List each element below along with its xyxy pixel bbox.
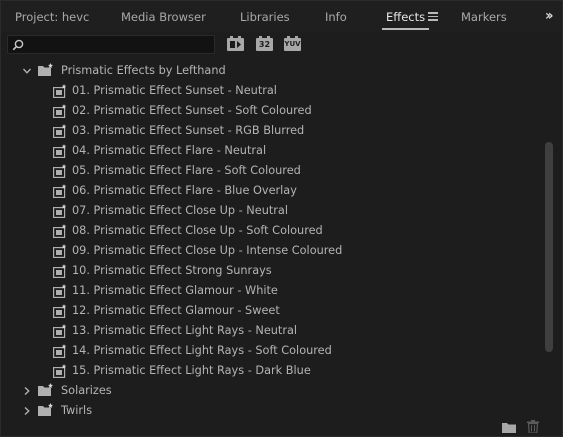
effect-preset-icon	[53, 364, 67, 378]
effect-preset-icon	[53, 244, 67, 258]
effects-tree: Prismatic Effects by Lefthand 01. Prisma…	[8, 58, 544, 420]
effect-label: 14. Prismatic Effect Light Rays - Soft C…	[72, 344, 332, 357]
folder-icon	[38, 383, 53, 396]
panel-footer	[1, 420, 562, 436]
effect-row[interactable]: 09. Prismatic Effect Close Up - Intense …	[8, 241, 544, 261]
effect-label: 11. Prismatic Effect Glamour - White	[72, 284, 278, 297]
panel-tab-bar: Project: hevc Media Browser Libraries In…	[1, 1, 562, 32]
tab-label: Libraries	[240, 10, 290, 24]
tab-effects[interactable]: Effects	[382, 10, 430, 30]
effect-preset-icon	[53, 284, 67, 298]
search-icon	[12, 39, 24, 51]
tab-label: Info	[325, 10, 347, 24]
tab-info[interactable]: Info	[325, 10, 347, 28]
32bit-color-effects-icon[interactable]: 32	[256, 36, 273, 51]
effect-label: 03. Prismatic Effect Sunset - RGB Blurre…	[72, 124, 305, 137]
bin-row-solarizes[interactable]: Solarizes	[8, 381, 544, 401]
search-box[interactable]	[7, 35, 215, 54]
effect-row[interactable]: 07. Prismatic Effect Close Up - Neutral	[8, 201, 544, 221]
effect-preset-icon	[53, 124, 67, 138]
scrollbar-thumb[interactable]	[545, 142, 553, 352]
effect-row[interactable]: 13. Prismatic Effect Light Rays - Neutra…	[8, 321, 544, 341]
effect-label: 10. Prismatic Effect Strong Sunrays	[72, 264, 272, 277]
effect-preset-icon	[53, 84, 67, 98]
effect-row[interactable]: 02. Prismatic Effect Sunset - Soft Colou…	[8, 101, 544, 121]
bin-label: Twirls	[61, 404, 93, 417]
tab-media-browser[interactable]: Media Browser	[121, 10, 206, 28]
effect-row[interactable]: 01. Prismatic Effect Sunset - Neutral	[8, 81, 544, 101]
tab-label: Effects	[386, 10, 426, 24]
tab-label: Media Browser	[121, 10, 206, 24]
folder-icon	[38, 63, 53, 76]
trash-icon[interactable]	[527, 420, 539, 433]
effect-preset-icon	[53, 164, 67, 178]
effect-label: 06. Prismatic Effect Flare - Blue Overla…	[72, 184, 297, 197]
bin-row-prismatic[interactable]: Prismatic Effects by Lefthand	[8, 61, 544, 81]
folder-icon	[38, 403, 53, 416]
tab-label: Project: hevc	[15, 10, 90, 24]
effect-label: 09. Prismatic Effect Close Up - Intense …	[72, 244, 343, 257]
effect-row[interactable]: 04. Prismatic Effect Flare - Neutral	[8, 141, 544, 161]
effect-label: 07. Prismatic Effect Close Up - Neutral	[72, 204, 288, 217]
chevron-right-icon[interactable]	[23, 407, 31, 415]
effect-row[interactable]: 08. Prismatic Effect Close Up - Soft Col…	[8, 221, 544, 241]
double-chevron-right-icon[interactable]: ››	[545, 8, 553, 24]
effect-row[interactable]: 11. Prismatic Effect Glamour - White	[8, 281, 544, 301]
bin-label: Solarizes	[61, 384, 112, 397]
effects-toolbar: 32 YUV	[1, 32, 562, 58]
panel-menu-icon[interactable]	[428, 12, 438, 21]
filter-button-label: YUV	[284, 40, 301, 48]
effect-preset-icon	[53, 304, 67, 318]
effect-label: 04. Prismatic Effect Flare - Neutral	[72, 144, 267, 157]
effect-label: 15. Prismatic Effect Light Rays - Dark B…	[72, 364, 311, 377]
active-tab-underline	[382, 28, 430, 30]
effect-label: 08. Prismatic Effect Close Up - Soft Col…	[72, 224, 323, 237]
tab-label: Markers	[461, 10, 507, 24]
effect-preset-icon	[53, 204, 67, 218]
bin-label: Prismatic Effects by Lefthand	[61, 64, 226, 77]
effect-row[interactable]: 14. Prismatic Effect Light Rays - Soft C…	[8, 341, 544, 361]
effect-label: 05. Prismatic Effect Flare - Soft Colour…	[72, 164, 301, 177]
effect-preset-icon	[53, 264, 67, 278]
accelerated-effects-icon[interactable]	[227, 36, 244, 51]
new-custom-bin-icon[interactable]	[502, 422, 516, 433]
search-input[interactable]	[28, 37, 208, 52]
effect-preset-icon	[53, 224, 67, 238]
tab-markers[interactable]: Markers	[461, 10, 507, 28]
effect-preset-icon	[53, 184, 67, 198]
effect-label: 02. Prismatic Effect Sunset - Soft Colou…	[72, 104, 312, 117]
chevron-down-icon[interactable]	[23, 67, 31, 75]
effect-preset-icon	[53, 344, 67, 358]
bin-row-twirls[interactable]: Twirls	[8, 401, 544, 420]
effect-row[interactable]: 10. Prismatic Effect Strong Sunrays	[8, 261, 544, 281]
effect-row[interactable]: 06. Prismatic Effect Flare - Blue Overla…	[8, 181, 544, 201]
effect-row[interactable]: 12. Prismatic Effect Glamour - Sweet	[8, 301, 544, 321]
effect-preset-icon	[53, 104, 67, 118]
effect-row[interactable]: 05. Prismatic Effect Flare - Soft Colour…	[8, 161, 544, 181]
effect-row[interactable]: 03. Prismatic Effect Sunset - RGB Blurre…	[8, 121, 544, 141]
tab-libraries[interactable]: Libraries	[240, 10, 290, 28]
effect-label: 01. Prismatic Effect Sunset - Neutral	[72, 84, 277, 97]
tab-project[interactable]: Project: hevc	[15, 10, 89, 28]
scrollbar[interactable]	[544, 58, 554, 420]
effect-preset-icon	[53, 324, 67, 338]
filter-button-label: 32	[258, 40, 271, 49]
effect-preset-icon	[53, 144, 67, 158]
effect-label: 12. Prismatic Effect Glamour - Sweet	[72, 304, 280, 317]
yuv-effects-icon[interactable]: YUV	[284, 36, 301, 51]
effects-panel: Project: hevc Media Browser Libraries In…	[0, 0, 563, 437]
chevron-right-icon[interactable]	[23, 387, 31, 395]
effect-row[interactable]: 15. Prismatic Effect Light Rays - Dark B…	[8, 361, 544, 381]
effect-label: 13. Prismatic Effect Light Rays - Neutra…	[72, 324, 298, 337]
